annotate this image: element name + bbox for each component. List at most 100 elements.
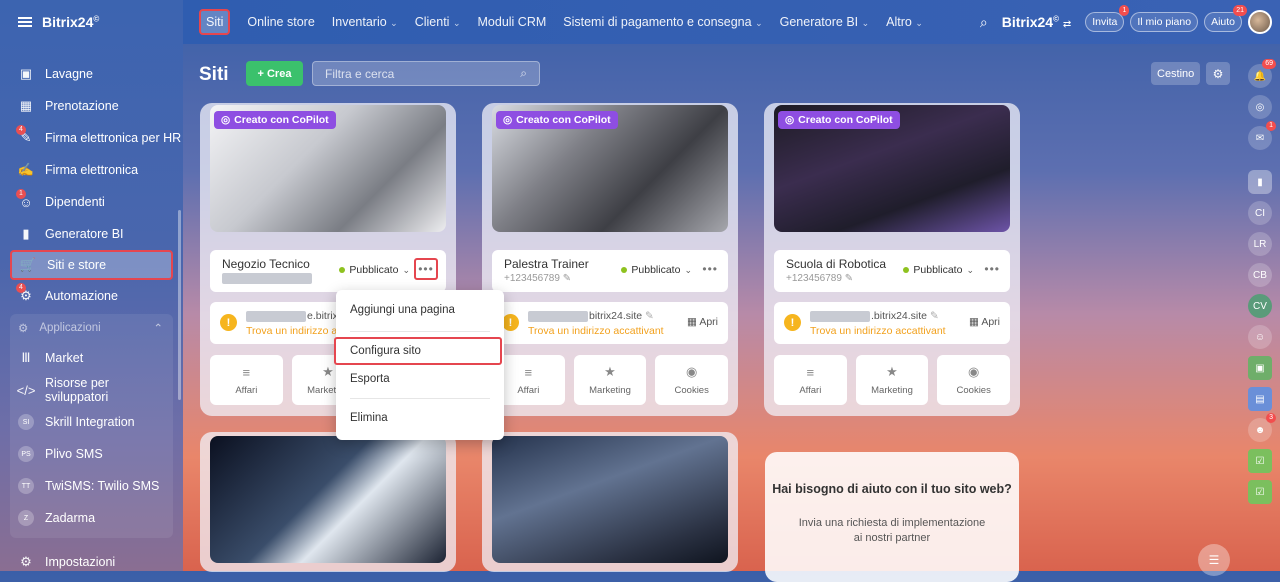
more-options-button[interactable]: ••• bbox=[702, 262, 718, 276]
action-affari[interactable]: ≡ Affari bbox=[774, 355, 847, 405]
sidebar-item-firma-hr[interactable]: ✎ 4 Firma elettronica per HR bbox=[0, 122, 183, 154]
sidebar-item-risorse[interactable]: </> Risorse per sviluppatori bbox=[10, 374, 173, 406]
more-options-button[interactable]: ••• bbox=[984, 262, 1000, 276]
menu-item-add-page[interactable]: Aggiungi una pagina bbox=[350, 304, 455, 316]
badge: 3 bbox=[1266, 413, 1276, 423]
avatar[interactable]: LR bbox=[1248, 232, 1272, 256]
tab-generatore-bi[interactable]: Generatore BI ⌄ bbox=[780, 15, 870, 29]
group-header[interactable]: ⚙ Applicazioni ⌃ bbox=[10, 314, 173, 342]
chat-icon[interactable]: ✉ 1 bbox=[1248, 121, 1276, 150]
bell-icon[interactable]: 🔔 69 bbox=[1248, 59, 1276, 88]
domain-warning[interactable]: Trova un indirizzo accattivante ... bbox=[810, 325, 946, 337]
message-icon[interactable]: ▤ bbox=[1248, 387, 1272, 411]
chevron-down-icon: ⌄ bbox=[402, 264, 410, 275]
tab-moduli-crm[interactable]: Moduli CRM bbox=[478, 15, 547, 29]
copilot-icon[interactable]: ◎ bbox=[1248, 95, 1272, 119]
menu-item-delete[interactable]: Elimina bbox=[350, 412, 388, 424]
sidebar-item-firma[interactable]: ✍ Firma elettronica bbox=[0, 154, 183, 186]
board-icon: ▣ bbox=[19, 66, 33, 81]
site-info: Scuola di Robotica +123456789 ✎ Pubblica… bbox=[774, 250, 1010, 292]
avatar[interactable]: CI bbox=[1248, 201, 1272, 225]
site-thumbnail[interactable] bbox=[210, 436, 446, 563]
site-thumbnail[interactable]: ◎ Creato con CoPilot bbox=[492, 105, 728, 232]
domain-url[interactable]: .bitrix24.site ✎ bbox=[810, 310, 939, 322]
menu-icon[interactable] bbox=[18, 17, 32, 27]
help-card[interactable]: Hai bisogno di aiuto con il tuo sito web… bbox=[765, 452, 1019, 582]
sidebar-item-zadarma[interactable]: Z Zadarma bbox=[10, 502, 173, 534]
open-button[interactable]: ▦ Apri bbox=[969, 316, 1000, 328]
more-options-button[interactable]: ••• bbox=[414, 258, 438, 280]
settings-icon: ⚙ bbox=[20, 554, 32, 569]
image-icon[interactable]: ▣ bbox=[1248, 356, 1272, 380]
pen-icon: ✍ bbox=[17, 162, 35, 177]
user-avatar[interactable]: ☻ 3 bbox=[1248, 413, 1276, 442]
site-thumbnail[interactable]: ◎ Creato con CoPilot bbox=[774, 105, 1010, 232]
badge: 1 bbox=[1266, 121, 1276, 131]
help-button[interactable]: Aiuto 21 bbox=[1204, 5, 1247, 32]
chat-list-icon[interactable]: ☰ bbox=[1198, 544, 1230, 576]
sidebar-item-impostazioni[interactable]: ⚙ Impostazioni bbox=[0, 546, 183, 578]
sidebar-item-automazione[interactable]: ⚙ 4 Automazione bbox=[0, 280, 183, 312]
sidebar-item-market[interactable]: Ⅲ Market bbox=[10, 342, 173, 374]
avatar: SI bbox=[18, 414, 34, 430]
page-title: Siti bbox=[199, 64, 229, 85]
context-menu: Aggiungi una pagina Configura sito Espor… bbox=[334, 290, 504, 440]
sidebar-item-generatore-bi[interactable]: ▮ Generatore BI bbox=[0, 218, 183, 250]
site-name[interactable]: Negozio Tecnico bbox=[222, 257, 310, 271]
site-name[interactable]: Scuola di Robotica bbox=[786, 257, 886, 271]
action-cookies[interactable]: ◉Cookies bbox=[655, 355, 729, 405]
avatar[interactable]: CV bbox=[1248, 294, 1272, 318]
open-button[interactable]: ▦ Apri bbox=[687, 316, 718, 328]
task-icon[interactable]: ☑ bbox=[1248, 449, 1272, 473]
plan-button[interactable]: Il mio piano bbox=[1130, 12, 1199, 32]
action-affari[interactable]: ≡ Affari bbox=[210, 355, 283, 405]
task-icon[interactable]: ☑ bbox=[1248, 480, 1272, 504]
action-marketing[interactable]: ★ Marketing bbox=[855, 355, 929, 405]
sidebar-item-siti-store[interactable]: 🛒 Siti e store bbox=[10, 250, 173, 280]
domain-url[interactable]: bitrix24.site ✎ bbox=[528, 310, 654, 322]
trash-button[interactable]: Cestino bbox=[1151, 62, 1201, 85]
sidebar-item-skrill[interactable]: SI Skrill Integration bbox=[10, 406, 173, 438]
badge: 69 bbox=[1262, 59, 1276, 69]
menu-item-export[interactable]: Esporta bbox=[350, 373, 390, 385]
gear-icon[interactable]: ⚙ bbox=[1206, 62, 1230, 85]
help-title: Hai bisogno di aiuto con il tuo sito web… bbox=[772, 482, 1012, 496]
sidebar-item-lavagne[interactable]: ▣ Lavagne bbox=[0, 58, 183, 90]
search-icon[interactable]: ⌕ bbox=[980, 14, 988, 31]
edit-icon: ✎ bbox=[645, 310, 654, 322]
brand-logo[interactable]: Bitrix24© bbox=[42, 14, 99, 30]
search-input[interactable]: Filtra e cerca ⌕ bbox=[312, 61, 540, 86]
chevron-down-icon: ⌄ bbox=[390, 18, 398, 28]
site-thumbnail[interactable] bbox=[492, 436, 728, 563]
chevron-up-icon: ⌃ bbox=[153, 323, 163, 335]
tab-altro[interactable]: Altro ⌄ bbox=[886, 15, 923, 29]
domain-warning[interactable]: Trova un indirizzo accattivante ... bbox=[528, 325, 664, 337]
status-dropdown[interactable]: Pubblicato ⌄ bbox=[621, 264, 692, 276]
user-avatar[interactable] bbox=[1248, 10, 1272, 34]
status-dropdown[interactable]: Pubblicato ⌄ bbox=[903, 264, 974, 276]
tab-online-store[interactable]: Online store bbox=[247, 15, 314, 29]
sidebar-item-twisms[interactable]: TT TwiSMS: Twilio SMS bbox=[10, 470, 173, 502]
copilot-badge: ◎ Creato con CoPilot bbox=[778, 111, 900, 129]
tab-clienti[interactable]: Clienti ⌄ bbox=[415, 15, 461, 29]
group-icon[interactable]: ☺ bbox=[1248, 325, 1272, 349]
site-thumbnail[interactable]: ◎ Creato con CoPilot bbox=[210, 105, 446, 232]
tab-inventario[interactable]: Inventario ⌄ bbox=[332, 15, 398, 29]
sidebar-item-plivo[interactable]: PS Plivo SMS bbox=[10, 438, 173, 470]
sidebar-item-prenotazione[interactable]: ▦ Prenotazione bbox=[0, 90, 183, 122]
invite-button[interactable]: Invita 1 bbox=[1085, 5, 1130, 32]
tab-siti[interactable]: Siti bbox=[199, 9, 231, 35]
cookie-icon: ◉ bbox=[968, 364, 980, 379]
action-cookies[interactable]: ◉Cookies bbox=[937, 355, 1011, 405]
site-name[interactable]: Palestra Trainer bbox=[504, 257, 589, 271]
menu-item-configure-site[interactable]: Configura sito bbox=[334, 337, 502, 365]
create-button[interactable]: + Crea bbox=[246, 61, 303, 86]
scrollbar[interactable] bbox=[178, 210, 181, 400]
bookmark-icon[interactable]: ▮ bbox=[1248, 170, 1272, 194]
tab-pagamento[interactable]: Sistemi di pagamento e consegna ⌄ bbox=[563, 15, 762, 29]
action-marketing[interactable]: ★ Marketing bbox=[573, 355, 647, 405]
chevron-down-icon: ⌄ bbox=[966, 264, 974, 275]
sidebar-item-dipendenti[interactable]: ☺ 1 Dipendenti bbox=[0, 186, 183, 218]
avatar[interactable]: CB bbox=[1248, 263, 1272, 287]
status-dropdown[interactable]: Pubblicato ⌄ bbox=[339, 264, 410, 276]
